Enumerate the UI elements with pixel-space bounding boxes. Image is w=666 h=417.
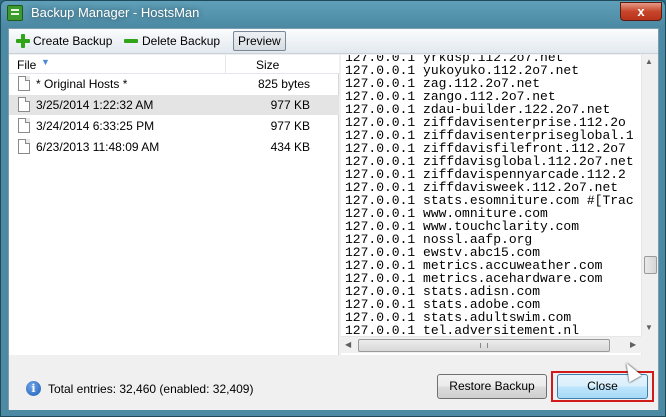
backup-manager-window: Backup Manager - HostsMan x Create Backu… <box>0 0 666 417</box>
column-header-file[interactable]: File <box>17 58 36 72</box>
title-bar[interactable]: Backup Manager - HostsMan x <box>1 1 665 27</box>
file-name: 6/23/2013 11:48:09 AM <box>36 140 160 154</box>
horizontal-scrollbar[interactable]: ◀ ▶ <box>341 336 641 353</box>
scroll-grip-icon <box>480 343 488 348</box>
file-list-row[interactable]: 6/23/2013 11:48:09 AM 434 KB <box>9 137 339 157</box>
file-name: 3/25/2014 1:22:32 AM <box>36 98 154 112</box>
scroll-right-icon[interactable]: ▶ <box>630 340 636 349</box>
preview-text: 127.0.0.1 yrkdsp.112.2o7.net 127.0.0.1 yu… <box>345 55 641 349</box>
horizontal-scroll-thumb[interactable] <box>358 339 610 352</box>
backup-file-list[interactable]: File ▼ Size * Original Hosts * 825 bytes 3… <box>9 55 339 355</box>
document-icon <box>18 97 30 112</box>
client-area: Create Backup Delete Backup Preview File… <box>8 28 659 410</box>
create-backup-button[interactable]: Create Backup <box>13 32 115 51</box>
file-size: 977 KB <box>270 119 310 133</box>
restore-backup-button[interactable]: Restore Backup <box>437 374 547 399</box>
scroll-left-icon[interactable]: ◀ <box>345 340 351 349</box>
file-size: 977 KB <box>270 98 310 112</box>
preview-pane[interactable]: 127.0.0.1 yrkdsp.112.2o7.net 127.0.0.1 yu… <box>341 55 658 355</box>
file-list-row[interactable]: 3/25/2014 1:22:32 AM 977 KB <box>9 95 339 115</box>
window-close-button[interactable]: x <box>620 2 662 21</box>
scroll-down-icon[interactable]: ▼ <box>645 323 653 332</box>
column-header-size[interactable]: Size <box>256 58 279 72</box>
delete-backup-button[interactable]: Delete Backup <box>121 32 223 51</box>
vertical-scrollbar[interactable]: ▲ ▼ <box>641 55 658 355</box>
create-backup-label: Create Backup <box>33 34 113 48</box>
file-size: 825 bytes <box>257 77 310 91</box>
total-entries-text: Total entries: 32,460 (enabled: 32,409) <box>48 382 254 396</box>
toolbar: Create Backup Delete Backup Preview <box>9 29 658 54</box>
info-icon: i <box>26 381 41 396</box>
document-icon <box>18 118 30 133</box>
file-list-row[interactable]: * Original Hosts * 825 bytes <box>9 74 339 94</box>
delete-backup-label: Delete Backup <box>142 34 221 48</box>
file-name: * Original Hosts * <box>36 77 128 91</box>
scroll-up-icon[interactable]: ▲ <box>645 57 653 66</box>
column-divider[interactable] <box>225 55 226 74</box>
vertical-scroll-thumb[interactable] <box>644 256 657 274</box>
file-size: 434 KB <box>270 140 310 154</box>
minus-icon <box>124 39 138 43</box>
window-title: Backup Manager - HostsMan <box>31 5 200 20</box>
app-icon <box>7 5 23 21</box>
document-icon <box>18 139 30 154</box>
file-name: 3/24/2014 6:33:25 PM <box>36 119 155 133</box>
sort-down-icon: ▼ <box>41 57 50 67</box>
document-icon <box>18 76 30 91</box>
scrollbar-corner <box>641 336 658 353</box>
preview-toggle-button[interactable]: Preview <box>233 31 286 51</box>
file-list-row[interactable]: 3/24/2014 6:33:25 PM 977 KB <box>9 116 339 136</box>
plus-icon <box>16 34 30 48</box>
footer: i Total entries: 32,460 (enabled: 32,409… <box>9 355 658 410</box>
file-list-header: File ▼ Size <box>9 55 339 74</box>
